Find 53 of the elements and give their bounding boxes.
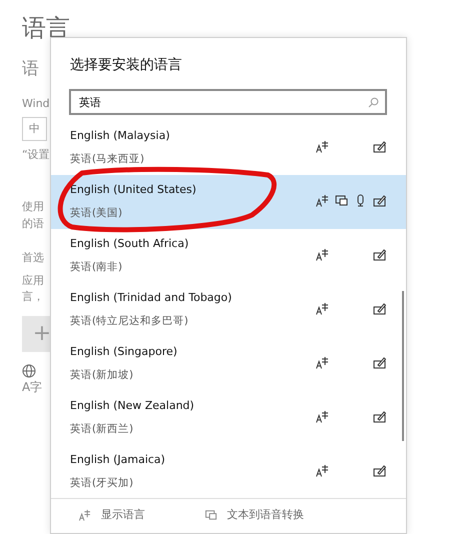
language-native-name: 英语(新加坡) (70, 368, 134, 383)
pen-square-icon (373, 302, 386, 316)
display-language-icon (316, 464, 329, 478)
display-language-icon (316, 410, 329, 424)
pen-square-icon (373, 140, 386, 154)
display-language-icon (79, 509, 91, 522)
language-item[interactable]: English (United States) 英语(美国) (51, 175, 406, 229)
language-name: English (Jamaica) (70, 452, 166, 468)
pen-square-icon (373, 194, 386, 208)
pen-square-icon (373, 356, 386, 370)
language-native-name: 英语(新西兰) (70, 422, 134, 437)
pen-square-icon (373, 464, 386, 478)
globe-label: A字 (22, 378, 42, 396)
language-name: English (Malaysia) (70, 128, 170, 144)
language-item[interactable]: English (New Zealand) 英语(新西兰) (51, 391, 406, 445)
scrollbar[interactable] (402, 291, 404, 441)
language-native-name: 英语(特立尼达和多巴哥) (70, 314, 190, 329)
legend-label: 显示语言 (101, 507, 145, 523)
display-language-icon (316, 140, 329, 154)
section-title: 语 (22, 58, 39, 81)
language-name: English (Trinidad and Tobago) (70, 290, 232, 306)
language-item[interactable]: English (Malaysia) 英语(马来西亚) (51, 121, 406, 175)
description-text: 应用 (22, 272, 44, 289)
language-native-name: 英语(南非) (70, 260, 124, 275)
legend-label: 文本到语音转换 (227, 507, 304, 523)
note-text: “设置 (22, 146, 50, 163)
language-name: English (United States) (70, 182, 196, 198)
language-item[interactable]: English (Jamaica) 英语(牙买加) (51, 445, 406, 499)
language-name: English (South Africa) (70, 236, 189, 252)
dropdown-field[interactable]: 中 (22, 116, 47, 141)
search-field[interactable]: 英语 (69, 89, 387, 115)
display-language-icon (316, 194, 329, 208)
section-label: 首选 (22, 250, 44, 266)
language-native-name: 英语(牙买加) (70, 476, 134, 491)
monitor-icon (205, 509, 217, 522)
display-language-icon (316, 302, 329, 316)
description-text: 使用 (22, 199, 44, 216)
display-language-icon (316, 356, 329, 370)
language-native-name: 英语(美国) (70, 206, 124, 221)
language-name: English (New Zealand) (70, 398, 194, 414)
language-item[interactable]: English (South Africa) 英语(南非) (51, 229, 406, 283)
language-name: English (Singapore) (70, 344, 178, 360)
pen-square-icon (373, 248, 386, 262)
language-native-name: 英语(马来西亚) (70, 152, 146, 167)
pen-square-icon (373, 410, 386, 424)
globe-icon (22, 364, 36, 378)
monitor-icon (335, 194, 348, 208)
label-text: Wind (22, 96, 50, 112)
dialog-title: 选择要安装的语言 (70, 56, 183, 75)
search-icon (368, 97, 379, 108)
description-text: 的语 (22, 216, 44, 232)
description-text: 言， (22, 289, 44, 306)
display-language-icon (316, 248, 329, 262)
